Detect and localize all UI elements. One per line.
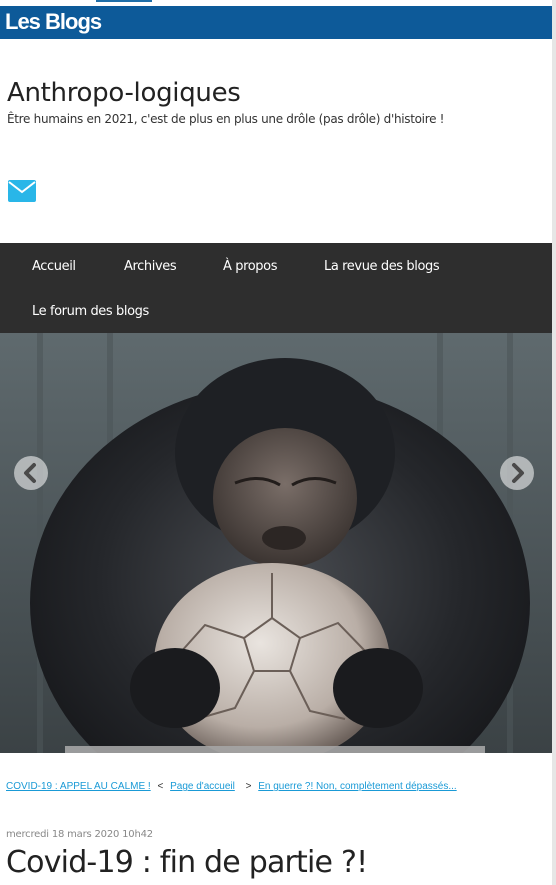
chevron-left-icon	[24, 463, 36, 483]
blog-title[interactable]: Anthropo-logiques	[7, 78, 241, 108]
nav-item-archives[interactable]: Archives	[124, 259, 177, 274]
les-blogs-logo[interactable]: Les Blogs	[5, 9, 102, 35]
mail-icon[interactable]	[8, 180, 36, 202]
post-date: mercredi 18 mars 2020 10h42	[6, 829, 153, 840]
top-strip-tab	[96, 0, 152, 2]
nav-item-revue-des-blogs[interactable]: La revue des blogs	[324, 259, 440, 274]
portal-header: Les Blogs	[0, 6, 552, 39]
header-image-slider	[0, 333, 552, 753]
slide-image	[0, 333, 552, 753]
slider-next-button[interactable]	[500, 456, 534, 490]
nav-item-a-propos[interactable]: À propos	[223, 259, 277, 274]
chevron-right-icon	[512, 463, 524, 483]
nav-item-forum-des-blogs[interactable]: Le forum des blogs	[32, 304, 149, 319]
slider-prev-button[interactable]	[14, 456, 48, 490]
home-link[interactable]: Page d'accueil	[170, 781, 235, 792]
main-navigation: Accueil Archives À propos La revue des b…	[0, 243, 552, 333]
next-post-link[interactable]: En guerre ?! Non, complètement dépassés.…	[258, 781, 456, 792]
page-scrollbar[interactable]	[552, 0, 556, 885]
breadcrumb-separator: >	[245, 781, 252, 792]
blog-subtitle: Être humains en 2021, c'est de plus en p…	[7, 112, 445, 126]
nav-item-accueil[interactable]: Accueil	[32, 259, 76, 274]
post-navigation: COVID-19 : APPEL AU CALME ! < Page d'acc…	[6, 781, 457, 792]
post-title[interactable]: Covid-19 : fin de partie ?!	[6, 845, 368, 880]
previous-post-link[interactable]: COVID-19 : APPEL AU CALME !	[6, 781, 151, 792]
breadcrumb-separator: <	[157, 781, 164, 792]
slider-caption-bar	[65, 746, 485, 753]
